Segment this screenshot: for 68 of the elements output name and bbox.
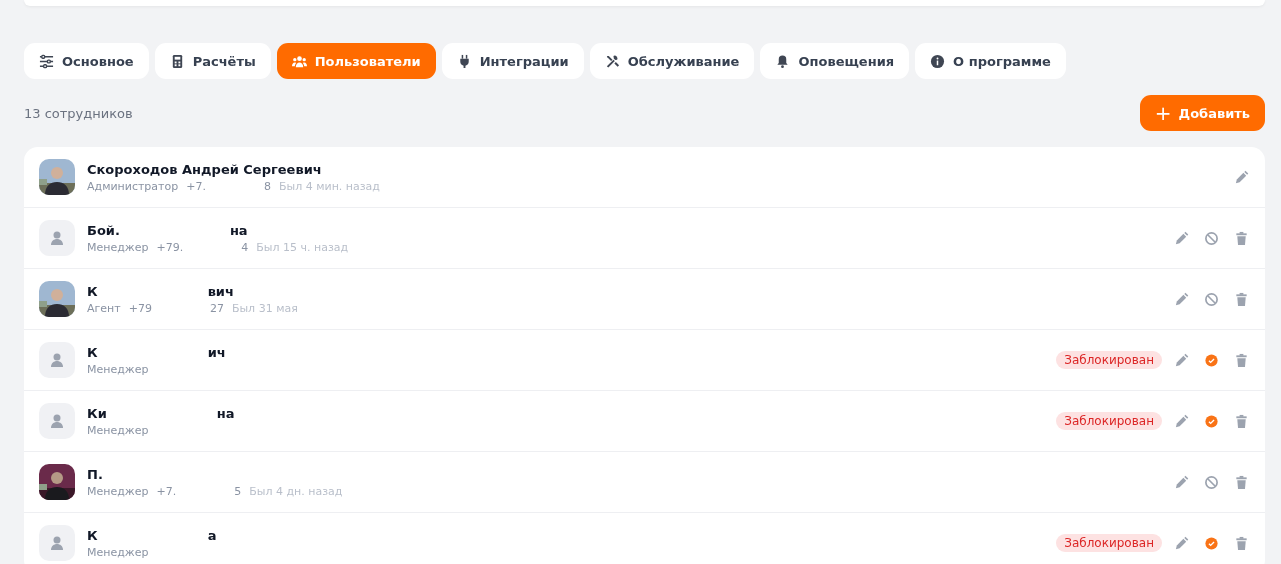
trash-icon[interactable] [1234,291,1249,307]
sliders-icon [39,53,54,69]
edit-icon[interactable] [1174,291,1189,307]
edit-icon[interactable] [1174,413,1189,429]
person-icon [49,352,65,368]
user-role: Менеджер [87,545,149,559]
phone-number: 5 [234,484,242,498]
user-role: Менеджер [87,362,149,376]
user-name: Скороходов Андрей Сергеевич [87,161,322,177]
user-role: Менеджер [87,423,149,437]
last-seen: Был 4 дн. назад [249,484,343,498]
block-icon[interactable] [1204,230,1219,246]
person-icon [49,535,65,551]
last-seen: Был 31 мая [231,301,298,315]
check-circle-icon[interactable] [1204,352,1219,368]
trash-icon[interactable] [1234,352,1249,368]
blocked-status: Заблокирован [1056,351,1162,369]
blocked-status: Заблокирован [1056,534,1162,552]
settings-tab[interactable]: Основное [24,43,149,79]
user-role: Менеджер [87,484,149,498]
user-name: ич [207,344,226,360]
edit-icon[interactable] [1174,230,1189,246]
edit-icon[interactable] [1174,352,1189,368]
tools-icon [604,53,620,69]
check-circle-icon[interactable] [1204,535,1219,551]
user-name: К [87,527,98,543]
block-icon[interactable] [1204,291,1219,307]
settings-tab[interactable]: Оповещения [760,43,910,79]
users-icon [291,53,307,69]
employee-count: 13 сотрудников [24,105,133,121]
phone-number: +79. [156,240,184,254]
last-seen: Был 15 ч. назад [256,240,349,254]
user-name: К [87,283,98,299]
trash-icon[interactable] [1234,413,1249,429]
edit-icon[interactable] [1174,474,1189,490]
user-name: Ки [87,405,107,421]
person-icon [49,413,65,429]
user-name: а [207,527,217,543]
settings-tab[interactable]: Расчёты [154,43,271,79]
user-name: на [216,405,235,421]
last-seen: Был 4 мин. назад [278,179,380,193]
edit-icon[interactable] [1174,535,1189,551]
phone-number: 27 [209,301,224,315]
user-name: П. [87,466,103,482]
phone-number: +7. [186,179,206,193]
check-circle-icon[interactable] [1204,413,1219,429]
phone-number: 4 [241,240,249,254]
settings-tab[interactable]: Интеграции [441,43,584,79]
edit-icon[interactable] [1234,169,1249,185]
blocked-status: Заблокирован [1056,412,1162,430]
block-icon[interactable] [1204,474,1219,490]
user-name: К [87,344,98,360]
person-icon [49,230,65,246]
trash-icon[interactable] [1234,230,1249,246]
trash-icon[interactable] [1234,474,1249,490]
user-name: Бой. [87,222,120,238]
user-role: Агент [87,301,121,315]
phone-number: 8 [263,179,271,193]
settings-tab[interactable]: Обслуживание [589,43,755,79]
trash-icon[interactable] [1234,535,1249,551]
phone-number: +79 [128,301,152,315]
user-name: вич [207,283,234,299]
user-role: Менеджер [87,240,149,254]
user-name: на [229,222,248,238]
user-role: Администратор [87,179,179,193]
info-icon [930,53,946,69]
settings-tab[interactable]: О программе [915,43,1066,79]
phone-number: +7. [156,484,177,498]
